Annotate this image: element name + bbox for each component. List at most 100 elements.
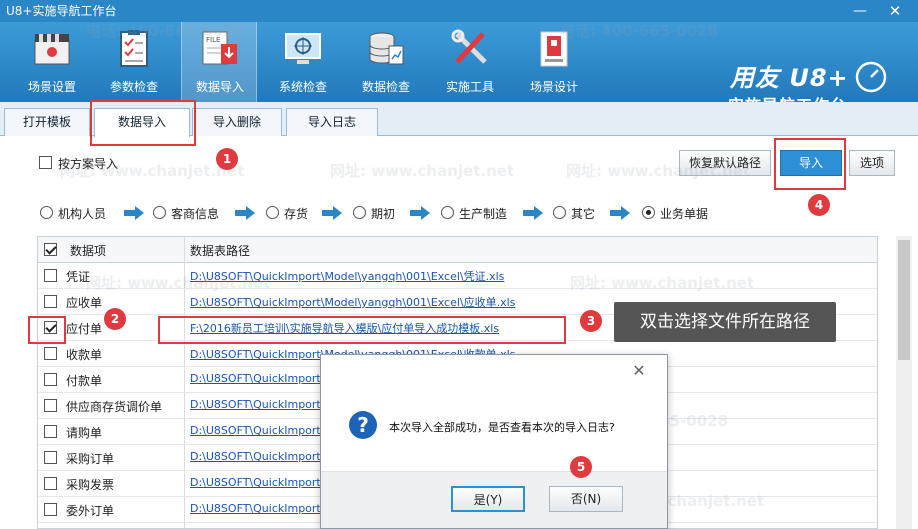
- title-bar: U8+实施导航工作台: [0, 0, 918, 22]
- options-button[interactable]: 选项: [849, 150, 895, 176]
- compass-icon: [855, 61, 887, 93]
- step-badge: 1: [216, 148, 238, 170]
- select-all-checkbox[interactable]: [44, 243, 57, 256]
- import-steps: 机构人员 客商信息 存货 期初 生产制造 其它 业务单据: [0, 200, 918, 226]
- dialog-no-button[interactable]: 否(N): [549, 486, 623, 512]
- row-path[interactable]: D:\U8SOFT\QuickImport\M: [190, 450, 334, 463]
- row-checkbox[interactable]: [44, 269, 57, 282]
- row-path[interactable]: D:\U8SOFT\QuickImport\M: [190, 398, 334, 411]
- toolbar-param-check[interactable]: 参数检查: [96, 22, 172, 102]
- row-path[interactable]: D:\U8SOFT\QuickImport\Model\yangqh\001\E…: [190, 268, 504, 284]
- checklist-icon: [120, 30, 148, 67]
- row-name: 凭证: [66, 270, 91, 284]
- step-radio[interactable]: [353, 206, 366, 219]
- row-path[interactable]: D:\U8SOFT\QuickImport\M: [190, 372, 334, 385]
- svg-text:FILE: FILE: [206, 36, 220, 44]
- restore-default-path-button[interactable]: 恢复默认路径: [679, 150, 771, 176]
- brand-line1: 用友 U8+: [730, 64, 849, 92]
- highlight-payable-path: [158, 316, 566, 344]
- scrollbar-thumb[interactable]: [898, 240, 910, 360]
- highlight-payable-checkbox: [28, 316, 66, 344]
- row-name: 采购发票: [66, 478, 115, 492]
- dialog-close-icon[interactable]: ✕: [629, 361, 649, 381]
- tab-import-delete[interactable]: 导入删除: [192, 108, 282, 136]
- file-import-icon: FILE: [202, 31, 237, 65]
- scene-icon: [34, 34, 70, 65]
- row-checkbox[interactable]: [44, 399, 57, 412]
- dialog-footer: 是(Y) 否(N): [321, 471, 667, 528]
- import-success-dialog: ✕ ? 本次导入全部成功，是否查看本次的导入日志? 是(Y) 否(N): [320, 354, 668, 529]
- highlight-data-import-tab: [90, 100, 196, 146]
- toolbar-label: 数据导入: [195, 80, 244, 94]
- row-name: 请购单: [66, 426, 103, 440]
- arrow-right-icon: [610, 206, 630, 220]
- toolbar-data-check[interactable]: 数据检查: [348, 22, 424, 102]
- row-checkbox[interactable]: [44, 425, 57, 438]
- row-path[interactable]: D:\U8SOFT\QuickImport\M: [190, 476, 334, 489]
- arrow-right-icon: [523, 206, 543, 220]
- toolbar-scene-settings[interactable]: 场景设置: [14, 22, 90, 102]
- highlight-import-button: [774, 138, 846, 190]
- row-path[interactable]: D:\U8SOFT\QuickImport\M: [190, 502, 334, 515]
- step-radio[interactable]: [266, 206, 279, 219]
- toolbar-label: 参数检查: [109, 80, 158, 94]
- step-radio[interactable]: [40, 206, 53, 219]
- toolbar-label: 数据检查: [361, 80, 410, 94]
- toolbar-impl-tools[interactable]: 实施工具: [432, 22, 508, 102]
- row-name: 应付单: [66, 322, 103, 336]
- grid-header: 数据项 数据表路径: [38, 237, 877, 263]
- minimize-button[interactable]: —: [847, 0, 873, 22]
- arrow-right-icon: [235, 206, 255, 220]
- step-label: 期初: [371, 207, 396, 221]
- by-plan-checkbox[interactable]: [39, 156, 52, 169]
- window-title: U8+实施导航工作台: [6, 4, 117, 18]
- monitor-icon: [285, 33, 321, 64]
- toolbar-label: 场景设置: [27, 80, 76, 94]
- tab-import-log[interactable]: 导入日志: [286, 108, 378, 136]
- dialog-message: 本次导入全部成功，是否查看本次的导入日志?: [389, 421, 615, 434]
- step-badge: 3: [580, 310, 602, 332]
- table-row[interactable]: 凭证 D:\U8SOFT\QuickImport\Model\yangqh\00…: [38, 263, 877, 289]
- row-checkbox[interactable]: [44, 295, 57, 308]
- toolbar-scene-design[interactable]: 场景设计: [516, 22, 592, 102]
- row-name: 应收单: [66, 296, 103, 310]
- row-name: 采购订单: [66, 452, 115, 466]
- row-checkbox[interactable]: [44, 503, 57, 516]
- toolbar-system-check[interactable]: 系统检查: [265, 22, 341, 102]
- dialog-yes-button[interactable]: 是(Y): [451, 486, 525, 512]
- toolbar-label: 系统检查: [278, 80, 327, 94]
- step-label: 存货: [284, 207, 309, 221]
- tab-open-template[interactable]: 打开模板: [4, 108, 90, 136]
- question-icon: ?: [349, 411, 377, 439]
- row-path[interactable]: D:\U8SOFT\QuickImport\M: [190, 424, 334, 437]
- row-checkbox[interactable]: [44, 477, 57, 490]
- step-badge: 4: [808, 194, 830, 216]
- tools-icon: [451, 29, 487, 64]
- step-label: 业务单据: [660, 207, 709, 221]
- step-radio-selected[interactable]: [642, 206, 655, 219]
- row-path[interactable]: D:\U8SOFT\QuickImport\Model\yangqh\001\E…: [190, 294, 515, 310]
- header-item: 数据项: [70, 244, 107, 258]
- row-checkbox[interactable]: [44, 451, 57, 464]
- arrow-right-icon: [124, 206, 144, 220]
- step-label: 客商信息: [171, 207, 220, 221]
- step-radio[interactable]: [441, 206, 454, 219]
- row-name: 收款单: [66, 348, 103, 362]
- toolbar-data-import[interactable]: FILE 数据导入: [181, 22, 257, 102]
- step-label: 机构人员: [58, 207, 107, 221]
- step-radio[interactable]: [153, 206, 166, 219]
- step-radio[interactable]: [553, 206, 566, 219]
- toolbar-label: 实施工具: [445, 80, 494, 94]
- design-icon: [540, 31, 568, 67]
- header-path: 数据表路径: [190, 244, 251, 258]
- row-checkbox[interactable]: [44, 373, 57, 386]
- by-plan-label: 按方案导入: [58, 157, 119, 171]
- row-checkbox[interactable]: [44, 347, 57, 360]
- annotation-tip: 双击选择文件所在路径: [614, 302, 836, 342]
- row-name: 供应商存货调价单: [66, 400, 163, 414]
- arrow-right-icon: [410, 206, 430, 220]
- watermark: 网址: www.chanjet.net: [330, 162, 515, 180]
- grid-scrollbar[interactable]: [896, 236, 912, 529]
- close-button[interactable]: ✕: [882, 0, 908, 22]
- row-name: 委外订单: [66, 504, 115, 518]
